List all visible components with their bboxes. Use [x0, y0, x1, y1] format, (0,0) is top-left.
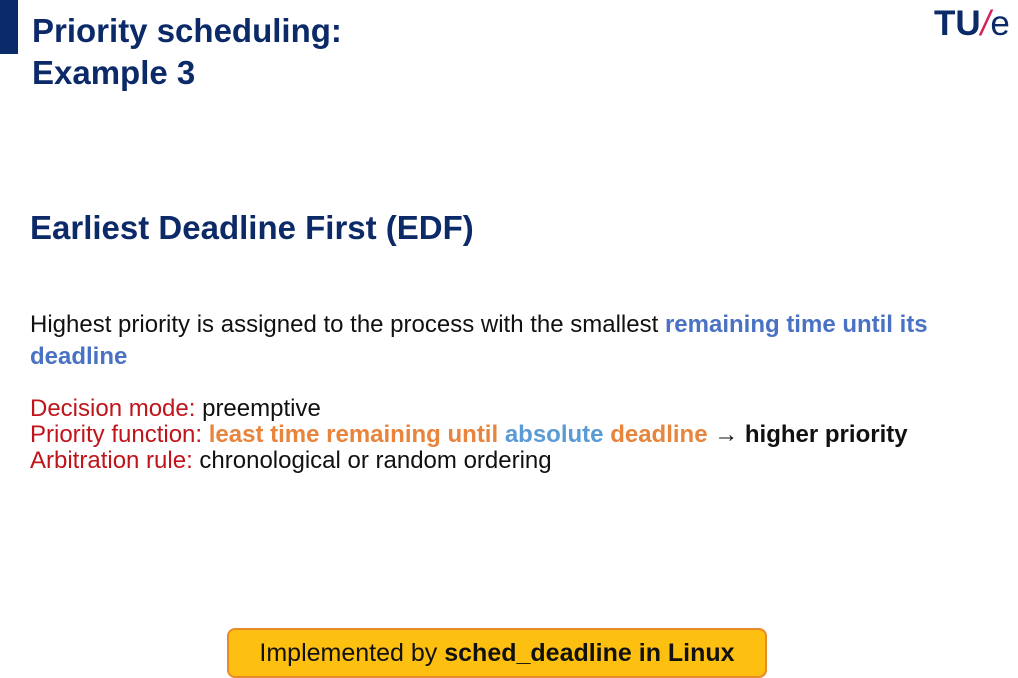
description-paragraph: Highest priority is assigned to the proc… [30, 309, 1005, 373]
priority-function-part2: absolute [504, 421, 604, 448]
section-heading: Earliest Deadline First (EDF) [30, 209, 474, 246]
callout-prefix: Implemented by [259, 639, 445, 667]
callout-bold: sched_deadline in Linux [444, 639, 735, 667]
decision-mode-label: Decision mode: [30, 395, 196, 422]
description-text: Highest priority is assigned to the proc… [30, 311, 665, 338]
arbitration-rule-value: chronological or random ordering [199, 447, 552, 474]
slide-title: Priority scheduling: Example 3 [32, 10, 342, 94]
properties-list: Decision mode: preemptive Priority funct… [30, 396, 1018, 474]
priority-function-row: Priority function: least time remaining … [30, 422, 1018, 448]
arbitration-rule-row: Arbitration rule: chronological or rando… [30, 448, 1018, 474]
decision-mode-row: Decision mode: preemptive [30, 396, 1018, 422]
accent-bar [0, 0, 18, 54]
tue-logo: TU/e [934, 4, 1010, 44]
logo-tu: TU [934, 4, 981, 43]
priority-function-result: higher priority [744, 421, 908, 448]
title-line-2: Example 3 [32, 54, 196, 91]
priority-function-part1: least time remaining until [208, 421, 499, 448]
priority-function-label: Priority function: [30, 421, 203, 448]
decision-mode-value: preemptive [202, 395, 321, 422]
arbitration-rule-label: Arbitration rule: [30, 447, 193, 474]
priority-function-part3: deadline [610, 421, 708, 448]
arrow-icon: → [714, 421, 739, 448]
logo-e: e [990, 4, 1010, 43]
title-line-1: Priority scheduling: [32, 12, 342, 49]
logo-slash: / [980, 4, 991, 43]
